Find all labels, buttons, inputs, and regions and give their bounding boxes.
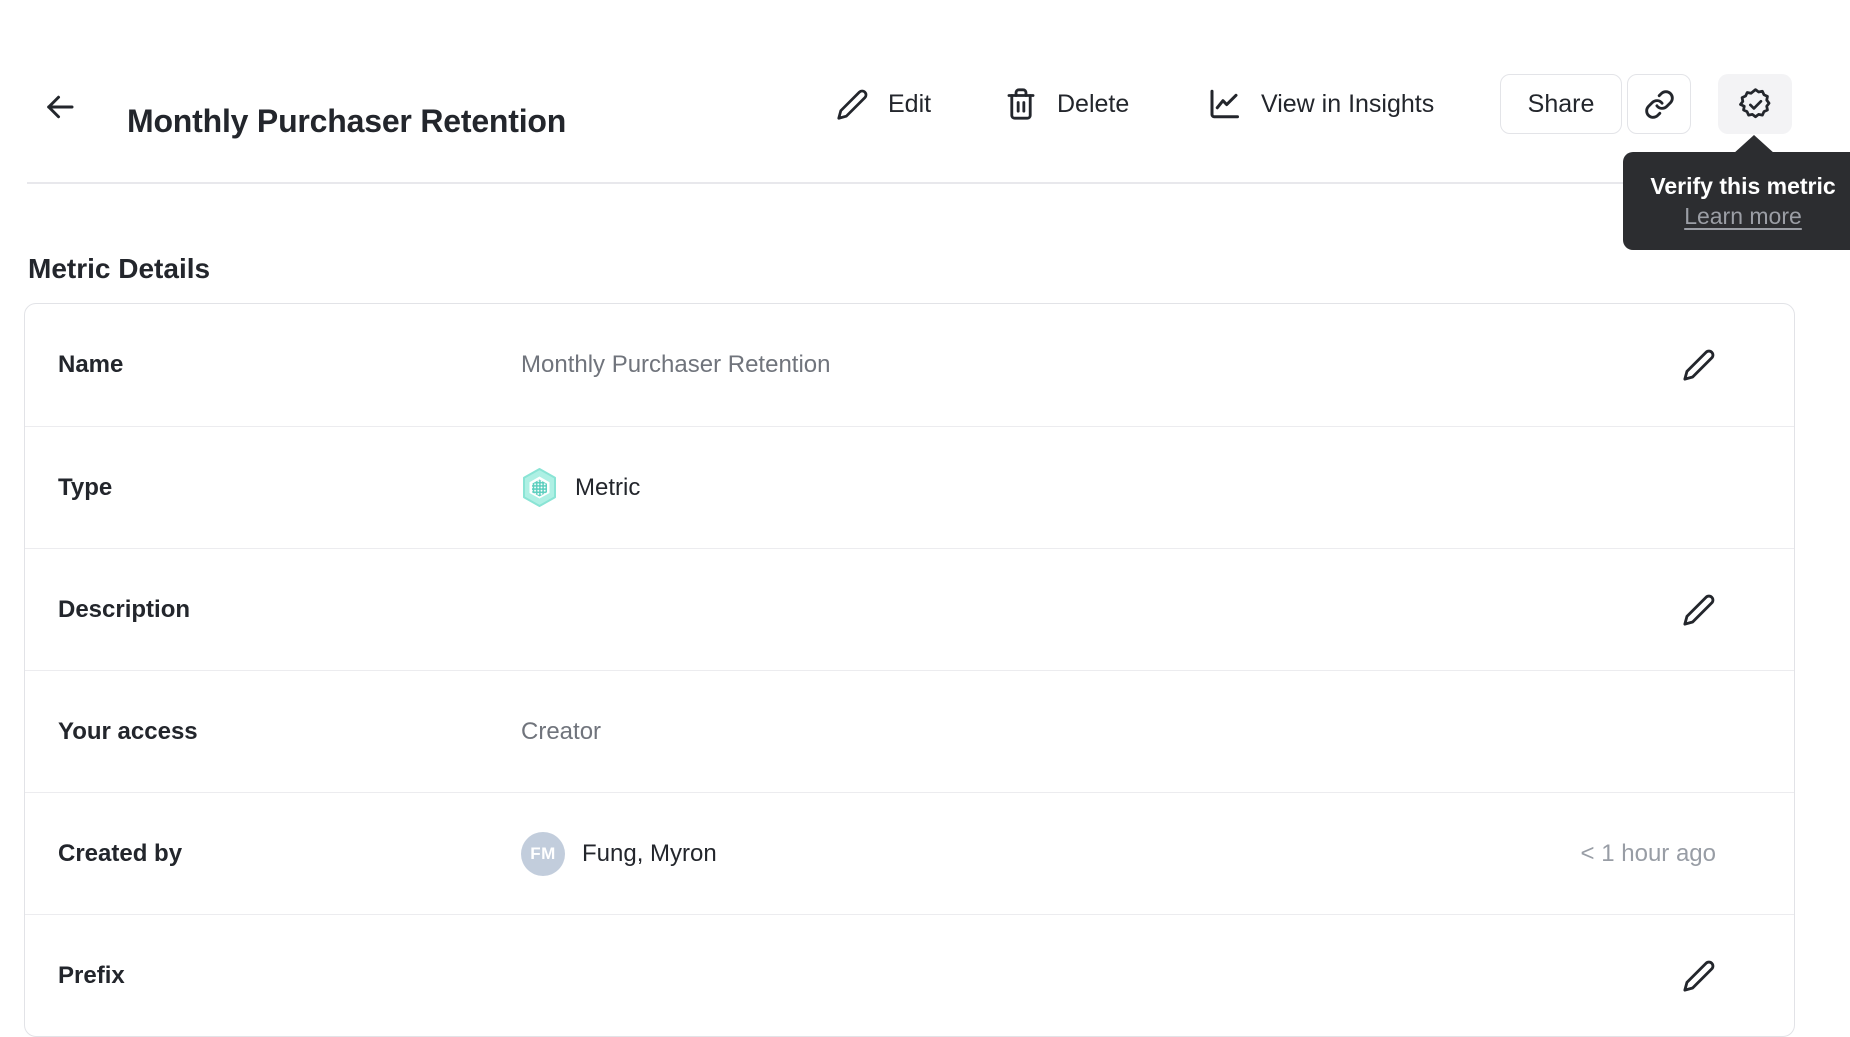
- metric-name-value: Monthly Purchaser Retention: [521, 351, 831, 378]
- share-button[interactable]: Share: [1500, 74, 1622, 134]
- delete-button[interactable]: Delete: [1004, 76, 1129, 132]
- back-button[interactable]: [39, 86, 81, 128]
- created-by-value: Fung, Myron: [582, 839, 717, 867]
- view-in-insights-label: View in Insights: [1261, 89, 1435, 118]
- row-label: Description: [58, 595, 191, 623]
- your-access-value: Creator: [521, 717, 602, 745]
- table-row-type: Type Metric: [25, 426, 1794, 548]
- metric-details-page: { "header": { "title": "Monthly Purchase…: [0, 0, 1850, 1037]
- pencil-icon: [836, 88, 869, 121]
- verified-badge-icon: [1738, 87, 1773, 122]
- row-label: Type: [58, 473, 113, 501]
- delete-button-label: Delete: [1057, 89, 1130, 118]
- avatar: FM: [521, 831, 565, 876]
- created-timestamp: < 1 hour ago: [1580, 839, 1716, 867]
- page-title: Monthly Purchaser Retention: [127, 103, 567, 140]
- metric-details-card: Name Monthly Purchaser Retention Type Me…: [24, 303, 1795, 1037]
- row-label: Created by: [58, 839, 183, 867]
- tooltip-title: Verify this metric: [1650, 172, 1836, 199]
- metric-hexagon-icon: [521, 467, 558, 508]
- edit-button-label: Edit: [888, 89, 932, 118]
- verify-metric-button[interactable]: [1718, 74, 1792, 134]
- section-title: Metric Details: [28, 253, 211, 285]
- arrow-left-icon: [42, 89, 78, 125]
- edit-prefix-button[interactable]: [1682, 959, 1716, 993]
- pencil-icon: [1682, 593, 1716, 627]
- view-in-insights-button[interactable]: View in Insights: [1206, 76, 1434, 132]
- row-label: Your access: [58, 717, 198, 745]
- table-row-description: Description: [25, 548, 1794, 670]
- edit-description-button[interactable]: [1682, 593, 1716, 627]
- table-row-created-by: Created by FM Fung, Myron < 1 hour ago: [25, 792, 1794, 914]
- pencil-icon: [1682, 959, 1716, 993]
- pencil-icon: [1682, 348, 1716, 382]
- copy-link-button[interactable]: [1627, 74, 1691, 134]
- learn-more-link[interactable]: Learn more: [1684, 203, 1802, 230]
- table-row-prefix: Prefix: [25, 914, 1794, 1036]
- link-icon: [1644, 89, 1675, 120]
- table-row-name: Name Monthly Purchaser Retention: [25, 304, 1794, 426]
- edit-button[interactable]: Edit: [836, 76, 931, 132]
- row-label: Prefix: [58, 961, 125, 989]
- table-row-your-access: Your access Creator: [25, 670, 1794, 792]
- edit-name-button[interactable]: [1682, 348, 1716, 382]
- row-label: Name: [58, 351, 124, 378]
- metric-type-value: Metric: [575, 473, 641, 501]
- verify-metric-tooltip: Verify this metric Learn more: [1623, 152, 1850, 250]
- share-button-label: Share: [1527, 89, 1595, 118]
- header-divider: [27, 182, 1823, 184]
- line-chart-icon: [1206, 86, 1242, 122]
- trash-icon: [1004, 87, 1038, 121]
